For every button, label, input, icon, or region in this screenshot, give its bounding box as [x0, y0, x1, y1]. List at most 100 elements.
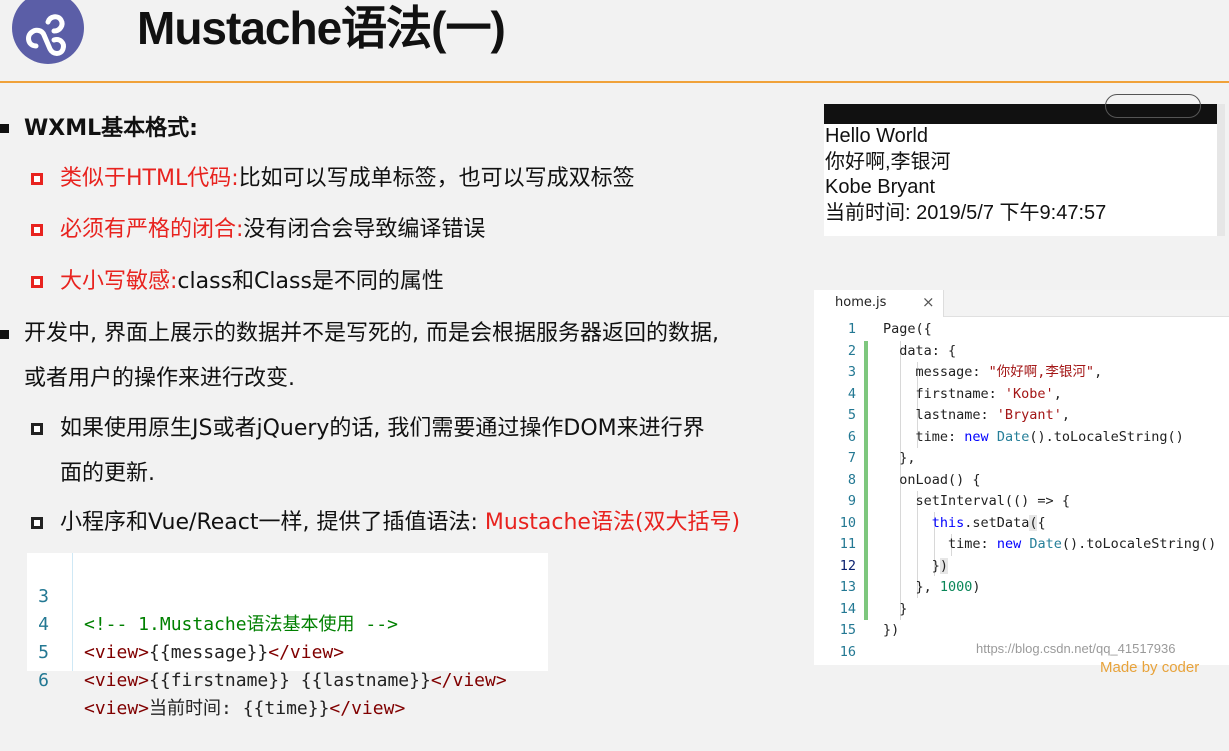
- code-line: 5 lastname: 'Bryant',: [814, 405, 1070, 427]
- code-token: {: [1037, 514, 1046, 531]
- code-line: 16: [814, 642, 856, 664]
- code-line: 10 this.setData({: [814, 513, 1046, 535]
- code-line: 13 }, 1000): [814, 577, 981, 599]
- code-line: 11 time: new Date().toLocaleString(): [814, 534, 1217, 556]
- code-line: 6 time: new Date().toLocaleString(): [814, 427, 1184, 449]
- mustache-lastname: {{lastname}}: [300, 670, 431, 691]
- code-keyword: new: [964, 428, 989, 445]
- line-number: 4: [847, 385, 856, 402]
- editor-tabbar: home.js ×: [814, 290, 1229, 317]
- sub-bullet-2-label: 必须有严格的闭合:: [60, 217, 244, 242]
- sub-bullet-3: 大小写敏感:class和Class是不同的属性: [60, 267, 444, 297]
- code-number: 1000: [939, 579, 973, 595]
- mustache-bullet-highlight: Mustache语法(双大括号): [484, 510, 741, 535]
- bullet-square-icon: [0, 330, 9, 339]
- line-number: 15: [839, 622, 856, 638]
- code-area[interactable]: 1 Page({ 2 data: { 3 message: "你好啊,李银河", …: [814, 319, 1217, 664]
- code-token: firstname:: [915, 385, 1005, 402]
- line-number: 1: [847, 321, 856, 337]
- code-token: },: [899, 450, 916, 466]
- code-type: Date: [1029, 536, 1062, 552]
- line-number: 7: [847, 450, 856, 466]
- code-token: Page({: [883, 321, 932, 337]
- line-number: 2: [847, 342, 856, 359]
- code-token: ().toLocaleString(): [1061, 536, 1217, 552]
- code-type: Date: [996, 428, 1030, 445]
- tab-home-js[interactable]: home.js ×: [814, 290, 944, 317]
- dom-bullet-line-1: 如果使用原生JS或者jQuery的话, 我们需要通过操作DOM来进行界: [60, 416, 705, 441]
- code-line: 7 },: [814, 448, 916, 470]
- code-string: 'Kobe': [1004, 385, 1054, 402]
- code-token: time:: [948, 536, 997, 552]
- page-title: Mustache语法(一): [137, 2, 506, 54]
- code-line: 12 }): [814, 556, 949, 578]
- view-close-tag: </view>: [329, 698, 406, 719]
- sub-bullet-1: 类似于HTML代码:比如可以写成单标签，也可以写成双标签: [60, 164, 635, 194]
- sub-bullet-2-text: 没有闭合会导致编译错误: [243, 217, 486, 242]
- code-line: 3 message: "你好啊,李银河",: [814, 362, 1102, 384]
- dom-bullet-line-2: 面的更新.: [60, 461, 155, 486]
- code-line: 2 data: {: [814, 341, 956, 363]
- tab-label: home.js: [835, 295, 887, 310]
- line-number: 9: [847, 493, 856, 509]
- code-token: ().toLocaleString(): [1029, 428, 1184, 445]
- wxml-code-snippet: 3 <!-- 1.Mustache语法基本使用 --> 4 <view>{{me…: [27, 553, 548, 719]
- line-number: 3: [847, 364, 856, 380]
- dev-bullet-line-1: 开发中, 界面上展示的数据并不是写死的, 而是会根据服务器返回的数据,: [24, 321, 719, 346]
- preview-line-hello: Hello World: [825, 125, 928, 147]
- wxml-line: 6 <view>当前时间: {{time}}</view>: [27, 639, 405, 719]
- wxml-line: 4 <view>{{message}}</view>: [27, 583, 344, 663]
- wxml-comment: <!-- 1.Mustache语法基本使用 -->: [84, 614, 398, 635]
- preview-content: Hello World 你好啊,李银河 Kobe Bryant 当前时间: 20…: [825, 124, 1106, 226]
- code-line: 1 Page({: [814, 319, 932, 341]
- code-token: data: {: [899, 342, 957, 359]
- code-token: setInterval(() => {: [915, 493, 1070, 509]
- code-line: 8 onLoad() {: [814, 470, 981, 492]
- red-square-bullet-icon: [31, 276, 43, 288]
- bracket-match-highlight: ): [939, 557, 949, 574]
- mustache-bullet-text: 小程序和Vue/React一样, 提供了插值语法:: [60, 510, 478, 535]
- modified-gutter-marker: [864, 340, 868, 620]
- simulator-navbar: [824, 94, 1217, 124]
- line-number: 11: [839, 536, 856, 552]
- preview-scrollbar[interactable]: [1217, 104, 1225, 236]
- mustache-message: {{message}}: [149, 642, 269, 663]
- code-string: "你好啊,李银河": [988, 364, 1095, 380]
- wxml-line: 5 <view>{{firstname}} {{lastname}}</view…: [27, 611, 507, 691]
- dev-bullet-line-2: 或者用户的操作来进行改变.: [24, 366, 295, 391]
- sub-bullet-1-text: 比如可以写成单标签，也可以写成双标签: [238, 166, 635, 191]
- simulator-preview: Hello World 你好啊,李银河 Kobe Bryant 当前时间: 20…: [824, 94, 1217, 236]
- close-icon[interactable]: ×: [922, 293, 935, 311]
- code-line: 14 }: [814, 599, 908, 621]
- preview-line-message: 你好啊,李银河: [825, 150, 951, 173]
- line-number: 8: [847, 471, 856, 488]
- code-keyword: new: [996, 536, 1022, 552]
- preview-line-time: 当前时间: 2019/5/7 下午9:47:57: [825, 201, 1107, 224]
- code-token: .setData: [964, 514, 1030, 531]
- time-label-text: 当前时间:: [149, 698, 243, 719]
- mustache-bullet: 小程序和Vue/React一样, 提供了插值语法: Mustache语法(双大括…: [60, 508, 740, 538]
- view-close-tag: </view>: [268, 642, 345, 663]
- code-string: 'Bryant': [996, 407, 1062, 423]
- line-number: 6: [847, 428, 856, 445]
- code-token: }: [899, 600, 908, 617]
- code-token: },: [915, 579, 940, 595]
- capsule-button[interactable]: [1105, 94, 1201, 118]
- wxml-line: 3 <!-- 1.Mustache语法基本使用 -->: [27, 555, 398, 635]
- code-keyword: this: [931, 514, 965, 531]
- code-token: message:: [915, 364, 989, 380]
- sub-bullet-1-label: 类似于HTML代码:: [60, 166, 239, 191]
- code-line: 9 setInterval(() => {: [814, 491, 1070, 513]
- line-number: 14: [839, 600, 856, 617]
- miniprogram-logo-icon: [12, 0, 84, 64]
- square-bullet-icon: [31, 423, 43, 435]
- square-bullet-icon: [31, 517, 43, 529]
- code-token: ): [972, 579, 981, 595]
- code-token: }): [883, 622, 900, 638]
- line-number: 10: [839, 514, 856, 531]
- line-number: 16: [839, 643, 856, 660]
- view-open-tag: <view>: [84, 642, 150, 663]
- line-number: 6: [38, 670, 49, 691]
- code-token: }: [931, 557, 940, 574]
- title-divider: [0, 81, 1229, 83]
